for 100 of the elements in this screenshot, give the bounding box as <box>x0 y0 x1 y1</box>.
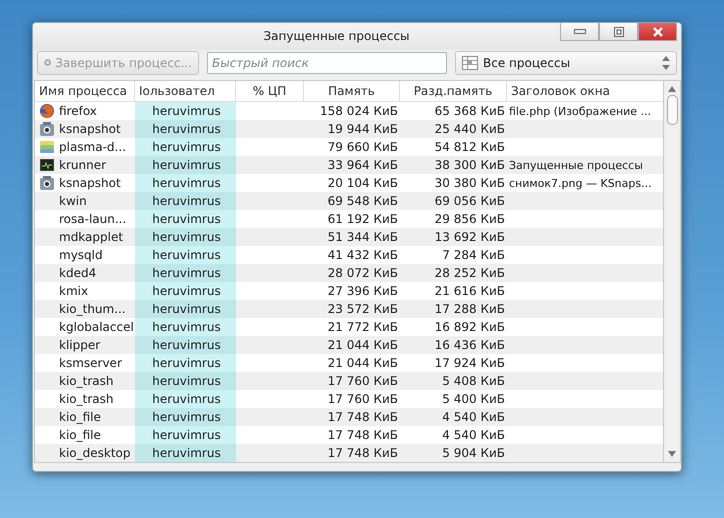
shared-memory-cell: 5 904 КиБ <box>442 446 505 460</box>
shared-memory-cell: 28 252 КиБ <box>434 266 505 280</box>
shared-memory-cell: 29 856 КиБ <box>434 212 505 226</box>
memory-cell: 21 044 КиБ <box>328 356 398 370</box>
process-name: ksmserver <box>59 356 122 370</box>
memory-cell: 19 944 КиБ <box>328 122 398 136</box>
search-field[interactable]: Быстрый поиск <box>207 52 447 74</box>
process-name: kio_desktop <box>59 446 130 460</box>
shared-memory-cell: 54 812 КиБ <box>434 140 505 154</box>
column-header[interactable]: Имя процесса <box>35 81 135 101</box>
user-cell: heruvimrus <box>135 246 236 264</box>
column-header[interactable]: Разд.память <box>400 81 507 101</box>
memory-cell: 28 072 КиБ <box>328 266 398 280</box>
process-name: krunner <box>59 158 106 172</box>
memory-cell: 20 104 КиБ <box>328 176 398 190</box>
process-name: klipper <box>59 338 100 352</box>
process-name: kio_file <box>59 428 101 442</box>
user-cell: heruvimrus <box>135 210 236 228</box>
process-name: kio_trash <box>59 392 114 406</box>
shared-memory-cell: 21 616 КиБ <box>434 284 505 298</box>
user-cell: heruvimrus <box>135 156 236 174</box>
spin-arrows-icon <box>662 54 670 71</box>
memory-cell: 61 192 КиБ <box>328 212 398 226</box>
memory-cell: 21 044 КиБ <box>328 338 398 352</box>
user-cell: heruvimrus <box>135 318 236 336</box>
user-cell: heruvimrus <box>135 138 236 156</box>
memory-cell: 17 748 КиБ <box>328 428 398 442</box>
memory-cell: 41 432 КиБ <box>328 248 398 262</box>
memory-cell: 158 024 КиБ <box>320 104 398 118</box>
user-cell: heruvimrus <box>135 264 236 282</box>
shared-memory-cell: 5 408 КиБ <box>442 374 505 388</box>
scroll-down-icon <box>668 450 676 458</box>
process-name: kio_trash <box>59 374 114 388</box>
shared-memory-cell: 16 436 КиБ <box>434 338 505 352</box>
scrollbar-thumb[interactable] <box>666 95 678 125</box>
user-cell: heruvimrus <box>135 120 236 138</box>
user-cell: heruvimrus <box>135 192 236 210</box>
memory-cell: 23 572 КиБ <box>328 302 398 316</box>
memory-cell: 21 772 КиБ <box>328 320 398 334</box>
process-name: firefox <box>59 104 97 118</box>
user-cell: heruvimrus <box>135 300 236 318</box>
user-cell: heruvimrus <box>135 336 236 354</box>
process-name: kglobalaccel <box>59 320 134 334</box>
user-cell: heruvimrus <box>135 390 236 408</box>
process-name: kio_thum... <box>59 302 126 316</box>
camera-icon <box>39 175 55 191</box>
process-name: plasma-d... <box>59 140 126 154</box>
process-name: mdkapplet <box>59 230 124 244</box>
memory-cell: 51 344 КиБ <box>328 230 398 244</box>
shared-memory-cell: 25 440 КиБ <box>434 122 505 136</box>
close-button[interactable] <box>638 23 677 41</box>
process-name: ksnapshot <box>59 122 121 136</box>
memory-cell: 27 396 КиБ <box>328 284 398 298</box>
user-cell: heruvimrus <box>135 372 236 390</box>
process-name: kmix <box>59 284 88 298</box>
process-name: kded4 <box>59 266 96 280</box>
shared-memory-cell: 17 288 КиБ <box>434 302 505 316</box>
window-title-cell: file.php (Изображение ... <box>509 104 652 118</box>
column-header[interactable]: % ЦП <box>236 81 304 101</box>
memory-cell: 69 548 КиБ <box>328 194 398 208</box>
user-cell: heruvimrus <box>135 282 236 300</box>
monitor-icon <box>39 157 55 173</box>
shared-memory-cell: 30 380 КиБ <box>434 176 505 190</box>
close-icon <box>652 26 662 36</box>
shared-memory-cell: 17 924 КиБ <box>434 356 505 370</box>
memory-cell: 33 964 КиБ <box>328 158 398 172</box>
user-cell: heruvimrus <box>135 444 236 462</box>
shared-memory-cell: 69 056 КиБ <box>434 194 505 208</box>
shared-memory-cell: 65 368 КиБ <box>434 104 505 118</box>
process-name: kio_file <box>59 410 101 424</box>
column-header[interactable]: Іользовател <box>135 81 236 101</box>
user-cell: heruvimrus <box>135 408 236 426</box>
column-header[interactable]: Память <box>304 81 400 101</box>
shared-memory-cell: 38 300 КиБ <box>434 158 505 172</box>
shared-memory-cell: 7 284 КиБ <box>442 248 505 262</box>
window-title-cell: снимок7.png — KSnaps... <box>509 176 652 190</box>
process-name: rosa-laun... <box>59 212 126 226</box>
memory-cell: 17 760 КиБ <box>328 374 398 388</box>
user-cell: heruvimrus <box>135 426 236 444</box>
browser-icon <box>39 103 55 119</box>
user-cell: heruvimrus <box>135 228 236 246</box>
process-name: ksnapshot <box>59 176 121 190</box>
minimize-button[interactable] <box>560 23 599 41</box>
minimize-icon <box>574 29 586 34</box>
user-cell: heruvimrus <box>135 354 236 372</box>
shared-memory-cell: 16 892 КиБ <box>434 320 505 334</box>
shared-memory-cell: 4 540 КиБ <box>442 428 505 442</box>
shared-memory-cell: 13 692 КиБ <box>434 230 505 244</box>
scroll-up-icon <box>668 85 676 93</box>
maximize-button[interactable] <box>599 23 638 41</box>
table-icon <box>462 56 478 70</box>
user-cell: heruvimrus <box>135 174 236 192</box>
maximize-icon <box>614 26 624 36</box>
memory-cell: 17 748 КиБ <box>328 410 398 424</box>
scrollbar[interactable] <box>663 80 681 463</box>
window-title-cell: Запущенные процессы <box>509 158 643 172</box>
shared-memory-cell: 5 400 КиБ <box>442 392 505 406</box>
process-filter-dropdown[interactable]: Все процессы <box>455 50 677 75</box>
window-title: Запущенные процессы <box>262 29 411 44</box>
memory-cell: 17 760 КиБ <box>328 392 398 406</box>
